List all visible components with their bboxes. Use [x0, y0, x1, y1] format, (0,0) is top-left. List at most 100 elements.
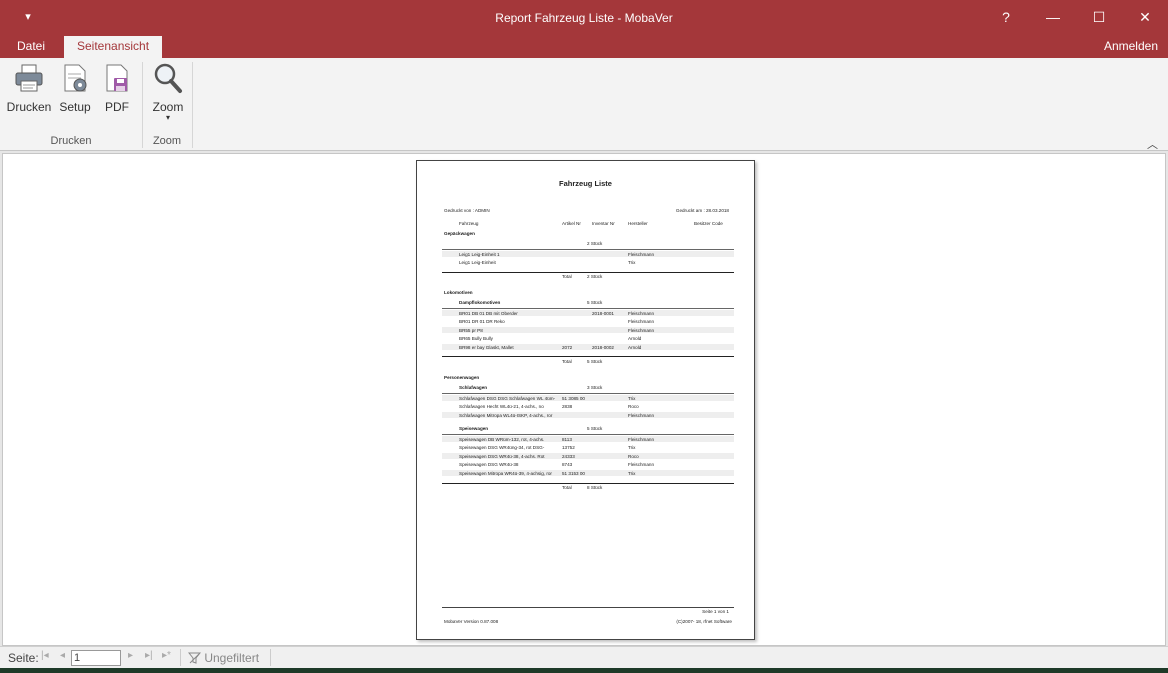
table-cell: Arnold: [628, 336, 642, 341]
group-label-zoom: Zoom: [152, 135, 182, 147]
table-cell: Speisewagen DSG WR4üng-34, rot DSG-: [459, 445, 545, 450]
filter-label: Ungefiltert: [204, 651, 260, 665]
maximize-button[interactable]: ☐: [1076, 0, 1122, 34]
setup-button[interactable]: Setup: [56, 62, 94, 114]
table-cell: Schlafwagen Hecht WL4ü-21, 4-achs., no: [459, 404, 544, 409]
group-count: 5 Stück: [587, 426, 603, 431]
table-cell: Schlafwagen DSG DSG Schlafwagen WL 4üm-: [459, 396, 556, 401]
new-record-button[interactable]: ▸*: [162, 650, 171, 661]
total-value: 8 Stück: [587, 485, 603, 490]
total-label: Total: [562, 485, 572, 490]
total-label: Total: [562, 359, 572, 364]
collapse-ribbon-icon[interactable]: ︿: [1147, 136, 1158, 152]
table-cell: BR01 DB 01 DB mit Oberder: [459, 311, 518, 316]
status-separator: [180, 649, 181, 666]
divider: [442, 249, 734, 250]
ribbon-group-separator: [192, 62, 193, 148]
print-button[interactable]: Drucken: [6, 62, 52, 114]
table-cell: 2018-0002: [592, 345, 614, 350]
row-background: [442, 327, 734, 333]
footer-divider: [442, 607, 734, 608]
column-header: Fahrzeug: [459, 221, 479, 226]
table-cell: Trix: [628, 471, 636, 476]
printed-by: Gedruckt von : ADMIN: [444, 208, 490, 213]
divider: [442, 356, 734, 358]
table-cell: Fleischmann: [628, 462, 655, 467]
table-cell: BR55 pr P8: [459, 328, 483, 333]
prev-page-button[interactable]: ◂: [60, 650, 65, 661]
report-title: Fahrzeug Liste: [559, 179, 612, 188]
record-navigation-bar: Seite: |◂ ◂ 1 ▸ ▸| ▸* Ungefiltert: [0, 646, 1168, 668]
filter-toggle[interactable]: Ungefiltert: [187, 651, 260, 665]
subgroup-heading: Dampflokomotiven: [459, 300, 501, 305]
table-cell: Trix: [628, 260, 636, 265]
footer-page-number: Seite 1 von 1: [702, 609, 729, 614]
divider: [442, 308, 734, 309]
table-cell: 51 3085 00: [562, 396, 585, 401]
table-cell: 8743: [562, 462, 573, 467]
group-count: 5 Stück: [587, 300, 603, 305]
divider: [442, 393, 734, 394]
group-heading: Personenwagen: [444, 375, 480, 380]
zoom-button[interactable]: Zoom ▾: [147, 62, 189, 122]
ribbon-tabs: Datei Seitenansicht Anmelden: [0, 36, 1168, 58]
pdf-button[interactable]: PDF: [100, 62, 134, 114]
zoom-label: Zoom: [152, 100, 184, 114]
ribbon: Drucken Setup PDF Zoom ▾ Drucken Zoom ︿: [0, 58, 1168, 151]
last-page-button[interactable]: ▸|: [145, 650, 153, 661]
page-number-input[interactable]: 1: [71, 650, 121, 666]
help-button[interactable]: ?: [983, 0, 1029, 34]
close-button[interactable]: ✕: [1122, 0, 1168, 34]
table-cell: 13752: [562, 445, 575, 450]
pdf-label: PDF: [105, 100, 129, 114]
footer-copyright: (C)2007- 18, rfnet Software: [676, 619, 732, 624]
print-label: Drucken: [6, 100, 52, 114]
table-cell: BR01 DR 01 DR Reko: [459, 319, 505, 324]
zoom-dropdown-icon[interactable]: ▾: [147, 114, 189, 122]
tab-seitenansicht[interactable]: Seitenansicht: [64, 36, 163, 58]
minimize-button[interactable]: —: [1030, 0, 1076, 34]
table-cell: Speisewagen Mitropa WR4ü-39, 4-achsig, r…: [459, 471, 552, 476]
table-cell: Speisewagen DSG WR4ü-38, 4-achs. Rot: [459, 454, 545, 459]
taskbar-edge: [0, 668, 1168, 673]
sign-in-link[interactable]: Anmelden: [1104, 36, 1158, 58]
table-cell: Speisewagen DB WRüm-132, rot, 4-achs.: [459, 437, 545, 442]
table-cell: Trix: [628, 445, 636, 450]
table-cell: Roco: [628, 454, 639, 459]
print-preview-area[interactable]: Fahrzeug Liste Gedruckt von : ADMIN Gedr…: [2, 153, 1166, 646]
table-cell: Fleischmann: [628, 328, 655, 333]
pdf-icon: [106, 64, 128, 92]
total-label: Total: [562, 274, 572, 279]
group-heading: Lokomotiven: [444, 290, 473, 295]
tab-datei[interactable]: Datei: [4, 36, 58, 58]
next-page-button[interactable]: ▸: [128, 650, 133, 661]
table-cell: Trix: [628, 396, 636, 401]
filter-off-icon: [187, 652, 202, 664]
page-setup-icon: [64, 64, 87, 92]
group-label-drucken: Drucken: [50, 135, 92, 147]
divider: [442, 434, 734, 435]
page-label: Seite:: [8, 651, 39, 665]
magnifier-icon: [154, 63, 182, 93]
table-cell: Fleischmann: [628, 252, 655, 257]
column-header: Besitzer Code: [694, 221, 723, 226]
report-page: Fahrzeug Liste Gedruckt von : ADMIN Gedr…: [416, 160, 755, 640]
table-cell: Fleischmann: [628, 319, 655, 324]
table-cell: Schlafwagen Mitropa WL4ü-ISKP, 4-achs., …: [459, 413, 553, 418]
ribbon-group-separator: [142, 62, 143, 148]
table-cell: 51 3153 00: [562, 471, 585, 476]
table-cell: BR65 Bully Bully: [459, 336, 493, 341]
table-cell: Fleischmann: [628, 437, 655, 442]
group-heading: Gepäckwagen: [444, 231, 475, 236]
table-cell: Roco: [628, 404, 639, 409]
table-cell: Speisewagen DSG WR4ü-38: [459, 462, 519, 467]
table-cell: Fleischmann: [628, 413, 655, 418]
table-cell: Leig1 Leig-Einheit: [459, 260, 496, 265]
title-bar: ▾ Report Fahrzeug Liste - MobaVer ? — ☐ …: [0, 0, 1168, 36]
column-header: Hersteller: [628, 221, 648, 226]
table-cell: 8113: [562, 437, 572, 442]
first-page-button[interactable]: |◂: [41, 650, 49, 661]
total-value: 2 Stück: [587, 274, 603, 279]
table-cell: Fleischmann: [628, 311, 655, 316]
table-cell: Arnold: [628, 345, 642, 350]
